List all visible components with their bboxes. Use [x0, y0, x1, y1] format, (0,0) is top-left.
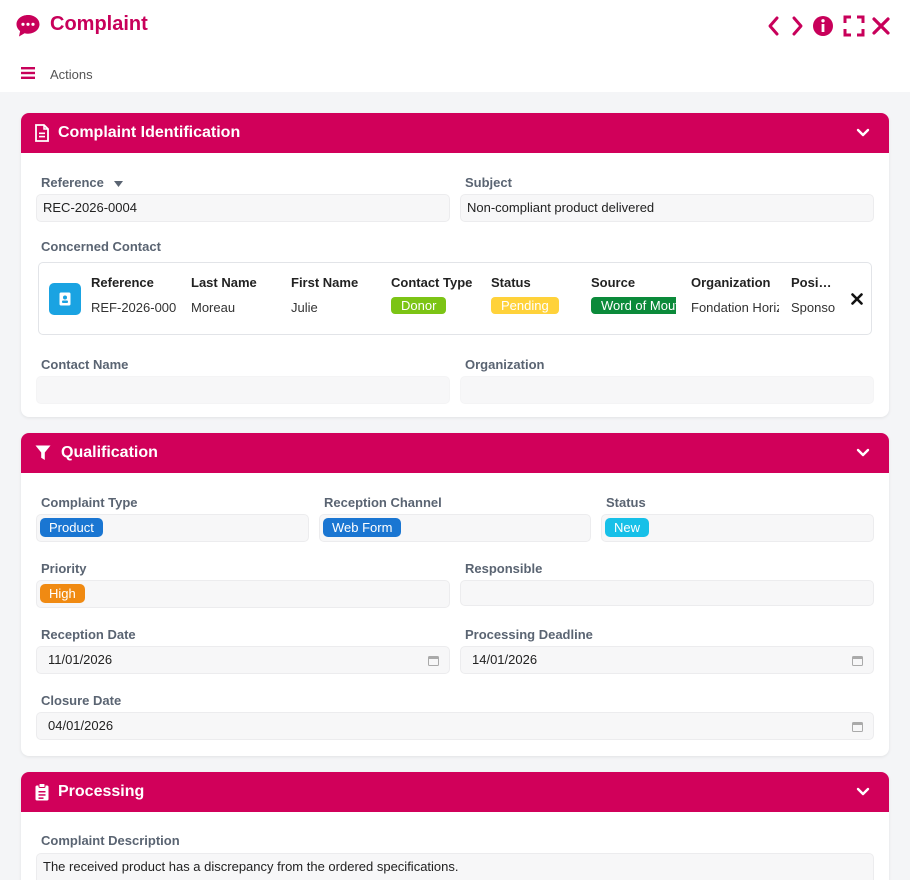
- subject-label: Subject: [465, 175, 512, 190]
- filter-icon: [35, 445, 51, 460]
- contact-column-header: Position: [791, 275, 835, 290]
- actions-menu[interactable]: Actions: [50, 67, 93, 82]
- contact-column-header: Reference: [91, 275, 154, 290]
- contact-column-value: Fondation Horizon: [691, 300, 779, 315]
- fullscreen-button[interactable]: [843, 14, 865, 38]
- reception-date-label: Reception Date: [41, 627, 136, 642]
- processing-header[interactable]: Processing: [21, 772, 889, 812]
- contact-card-icon: [59, 292, 71, 306]
- next-record-button[interactable]: [786, 14, 808, 38]
- responsible-label: Responsible: [465, 561, 543, 576]
- contact-column-5: Source Word of Mouth: [591, 275, 676, 314]
- closure-date-field[interactable]: 04/01/2026: [36, 712, 874, 740]
- contact-avatar: [49, 283, 81, 315]
- reference-field[interactable]: REC-2026-0004: [36, 194, 450, 222]
- closure-date-label: Closure Date: [41, 693, 122, 708]
- close-icon: [872, 17, 890, 35]
- contact-name-field[interactable]: [36, 376, 450, 404]
- contact-column-header: Contact Type: [391, 275, 473, 290]
- organization-label: Organization: [465, 357, 545, 372]
- complaint-identification-panel: Complaint Identification Reference REC-2…: [21, 113, 889, 417]
- calendar-icon[interactable]: [428, 655, 439, 666]
- status-field[interactable]: New: [601, 514, 874, 542]
- calendar-icon[interactable]: [852, 721, 863, 732]
- contact-column-6: Organization Fondation Horizon: [691, 275, 779, 315]
- chevron-right-icon: [792, 16, 803, 36]
- contact-name-label: Contact Name: [41, 357, 129, 372]
- reference-label: Reference: [41, 175, 123, 190]
- reception-channel-tag: Web Form: [323, 518, 402, 537]
- contact-column-header: Organization: [691, 275, 771, 290]
- complaint-window: Complaint Actions Complaint Identificati…: [0, 0, 910, 880]
- document-icon: [35, 124, 49, 142]
- contact-column-value: REF-2026-0001: [91, 300, 176, 315]
- clipboard-icon: [35, 783, 49, 801]
- reception-channel-label: Reception Channel: [324, 495, 442, 510]
- contact-column-3: Contact Type Donor: [391, 275, 479, 314]
- complaint-type-tag: Product: [40, 518, 103, 537]
- complaint-description-field[interactable]: The received product has a discrepancy f…: [36, 853, 874, 880]
- contact-column-header: Last Name: [191, 275, 257, 290]
- complaint-type-field[interactable]: Product: [36, 514, 309, 542]
- qualification-header[interactable]: Qualification: [21, 433, 889, 473]
- status-label: Status: [606, 495, 646, 510]
- contact-column-2: First Name Julie: [291, 275, 379, 315]
- status-tag: New: [605, 518, 650, 537]
- chat-bubble-icon: [16, 15, 40, 37]
- chevron-down-icon[interactable]: [856, 786, 870, 798]
- previous-record-button[interactable]: [763, 14, 785, 38]
- contact-column-tag: Word of Mouth: [591, 297, 676, 314]
- responsible-field[interactable]: [460, 580, 874, 606]
- close-window-button[interactable]: [870, 14, 892, 38]
- info-button[interactable]: [812, 14, 834, 38]
- reception-channel-field[interactable]: Web Form: [319, 514, 591, 542]
- contact-column-header: First Name: [291, 275, 359, 290]
- processing-panel: Processing Complaint Description The rec…: [21, 772, 889, 880]
- chevron-left-icon: [768, 16, 779, 36]
- panel-title: Complaint Identification: [58, 124, 241, 141]
- window-title: Complaint: [50, 13, 148, 35]
- reception-date-field[interactable]: 11/01/2026: [36, 646, 450, 674]
- priority-tag: High: [40, 584, 85, 603]
- contact-column-header: Status: [491, 275, 531, 290]
- contact-column-7: Position Sponsor: [791, 275, 835, 315]
- complaint-type-label: Complaint Type: [41, 495, 138, 510]
- contact-column-header: Source: [591, 275, 636, 290]
- contact-column-value: Moreau: [191, 300, 236, 315]
- contact-card[interactable]: Reference REF-2026-0001 Last Name Moreau Fir…: [38, 262, 872, 335]
- hamburger-menu-icon[interactable]: [21, 67, 35, 79]
- priority-label: Priority: [41, 561, 87, 576]
- contact-column-0: Reference REF-2026-0001: [91, 275, 176, 315]
- priority-field[interactable]: High: [36, 580, 450, 608]
- subject-field[interactable]: Non-compliant product delivered: [460, 194, 874, 222]
- qualification-panel: Qualification Complaint Type Product Rec…: [21, 433, 889, 756]
- complaint-identification-header[interactable]: Complaint Identification: [21, 113, 889, 153]
- chevron-down-icon[interactable]: [856, 447, 870, 459]
- contact-column-4: Status Pending: [491, 275, 579, 314]
- remove-contact-icon[interactable]: [851, 293, 863, 305]
- contact-column-value: Julie: [291, 300, 318, 315]
- info-icon: [813, 16, 833, 36]
- contact-column-tag: Donor: [391, 297, 447, 314]
- processing-deadline-label: Processing Deadline: [465, 627, 593, 642]
- complaint-description-label: Complaint Description: [41, 833, 180, 848]
- contact-column-tag: Pending: [491, 297, 559, 314]
- processing-deadline-field[interactable]: 14/01/2026: [460, 646, 874, 674]
- chevron-down-icon[interactable]: [856, 127, 870, 139]
- sort-caret-icon[interactable]: [113, 180, 123, 187]
- title-bar: Complaint: [0, 0, 910, 54]
- expand-icon: [843, 15, 865, 37]
- contact-column-value: Sponsor: [791, 300, 835, 315]
- concerned-contact-label: Concerned Contact: [41, 239, 161, 254]
- contact-column-1: Last Name Moreau: [191, 275, 279, 315]
- organization-field[interactable]: [460, 376, 874, 404]
- actions-bar: [0, 54, 910, 92]
- panel-title: Qualification: [61, 444, 158, 461]
- panel-title: Processing: [58, 783, 145, 800]
- calendar-icon[interactable]: [852, 655, 863, 666]
